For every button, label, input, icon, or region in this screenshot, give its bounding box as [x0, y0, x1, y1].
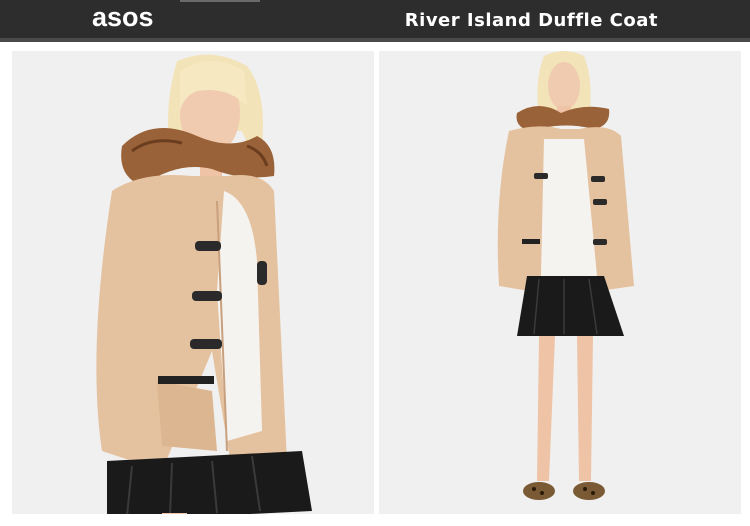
product-image-closeup[interactable]	[12, 51, 374, 514]
asos-logo[interactable]: asos	[92, 2, 154, 33]
product-title: River Island Duffle Coat	[404, 10, 658, 31]
header-bar: asos River Island Duffle Coat	[0, 0, 750, 42]
product-image-full-length[interactable]	[379, 51, 741, 514]
header-accent-line	[180, 0, 260, 2]
model-closeup-illustration	[12, 51, 374, 514]
model-full-length-illustration	[379, 51, 741, 514]
